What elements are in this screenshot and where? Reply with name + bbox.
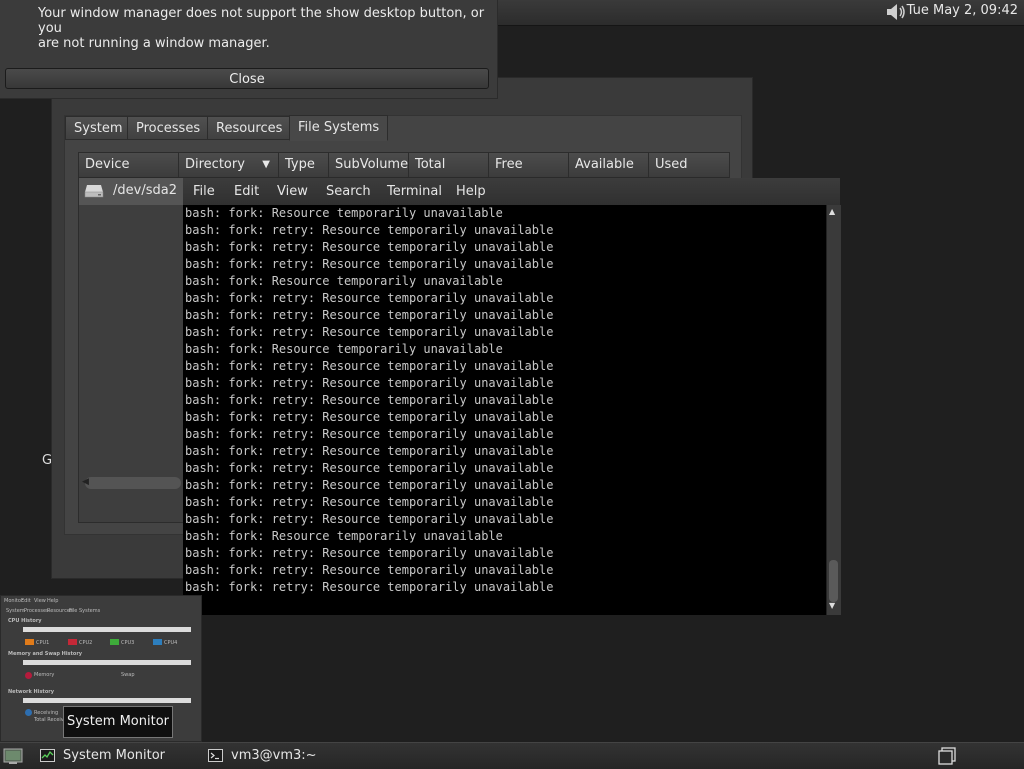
vertical-scrollbar[interactable]: ▲ ▼ [826, 205, 841, 615]
scroll-left-icon[interactable]: ◀ [82, 477, 89, 487]
menu-edit[interactable]: Edit [234, 178, 259, 205]
notification-message: Your window manager does not support the… [38, 6, 485, 51]
thumb-memory-history-label: Memory and Swap History [8, 651, 83, 657]
menu-file[interactable]: File [193, 178, 215, 205]
thumb-menu-edit: Edit [21, 598, 31, 604]
terminal-text: bash: fork: Resource temporarily unavail… [185, 206, 554, 594]
cpu1-swatch [25, 639, 34, 645]
table-row[interactable]: /dev/sda2 [79, 178, 185, 205]
cpu4-swatch [153, 639, 162, 645]
thumb-tab-system: System [6, 608, 25, 614]
task-terminal-label: vm3@vm3:~ [231, 748, 317, 763]
thumb-cpu3-label: CPU3 [121, 640, 135, 646]
close-button[interactable]: Close [5, 68, 489, 89]
thumb-receiving-label: Receiving [34, 710, 59, 716]
thumb-menu-help: Help [47, 598, 59, 604]
column-subvolume[interactable]: SubVolume [329, 153, 409, 177]
column-used[interactable]: Used [649, 153, 729, 177]
clock[interactable]: Tue May 2, 09:42 [907, 3, 1018, 18]
column-total[interactable]: Total [409, 153, 489, 177]
task-system-monitor[interactable]: System Monitor [38, 743, 198, 769]
sort-desc-icon: ▼ [262, 159, 270, 170]
obscured-text: G [42, 453, 53, 468]
column-type[interactable]: Type [279, 153, 329, 177]
device-cell: /dev/sda2 [113, 183, 177, 198]
scroll-thumb[interactable] [829, 560, 838, 602]
speaker-icon[interactable] [884, 1, 908, 23]
thumb-memory-graph [23, 660, 191, 665]
scroll-down-icon[interactable]: ▼ [829, 601, 835, 610]
thumb-tab-processes: Processes [24, 608, 49, 614]
menu-search[interactable]: Search [326, 178, 371, 205]
thumb-network-graph [23, 698, 191, 703]
workspace-switcher-icon[interactable] [938, 747, 956, 765]
terminal-menubar: File Edit View Search Terminal Help [183, 178, 840, 206]
column-free[interactable]: Free [489, 153, 569, 177]
notification-dialog: Your window manager does not support the… [0, 0, 498, 99]
thumb-cpu4-label: CPU4 [164, 640, 178, 646]
thumb-network-history-label: Network History [8, 689, 54, 695]
hard-disk-icon [84, 185, 104, 198]
thumb-cpu1-label: CPU1 [36, 640, 50, 646]
terminal-output[interactable]: bash: fork: Resource temporarily unavail… [183, 205, 826, 615]
table-header: Device Directory ▼ Type SubVolume Total … [79, 153, 729, 178]
menu-view[interactable]: View [277, 178, 308, 205]
tab-system[interactable]: System [65, 116, 132, 140]
column-directory[interactable]: Directory ▼ [179, 153, 279, 177]
menu-help[interactable]: Help [456, 178, 486, 205]
thumb-cpu2-label: CPU2 [79, 640, 93, 646]
memory-swatch [25, 672, 32, 679]
show-desktop-launcher-icon[interactable] [3, 747, 23, 765]
cpu3-swatch [110, 639, 119, 645]
task-system-monitor-label: System Monitor [63, 748, 166, 763]
tooltip: System Monitor [63, 706, 173, 738]
tab-file-systems[interactable]: File Systems [289, 115, 389, 141]
tab-resources[interactable]: Resources [207, 116, 292, 140]
tab-processes[interactable]: Processes [127, 116, 210, 140]
terminal-icon [208, 749, 223, 762]
column-device[interactable]: Device [79, 153, 179, 177]
thumb-swap-label: Swap [121, 672, 135, 678]
system-monitor-icon [40, 749, 55, 762]
scroll-up-icon[interactable]: ▲ [829, 207, 835, 216]
receiving-swatch [25, 709, 32, 716]
thumb-cpu-graph [23, 627, 191, 632]
thumb-memory-label: Memory [34, 672, 55, 678]
task-terminal[interactable]: vm3@vm3:~ [206, 743, 366, 769]
thumb-menu-view: View [34, 598, 46, 604]
thumb-tab-file-systems: File Systems [69, 608, 101, 614]
column-directory-label: Directory [185, 157, 245, 172]
thumb-cpu-history-label: CPU History [8, 618, 42, 624]
column-available[interactable]: Available [569, 153, 649, 177]
menu-terminal[interactable]: Terminal [387, 178, 442, 205]
taskbar: System Monitor vm3@vm3:~ [0, 742, 1024, 769]
cpu2-swatch [68, 639, 77, 645]
horizontal-scrollbar[interactable]: ◀ [82, 477, 181, 489]
